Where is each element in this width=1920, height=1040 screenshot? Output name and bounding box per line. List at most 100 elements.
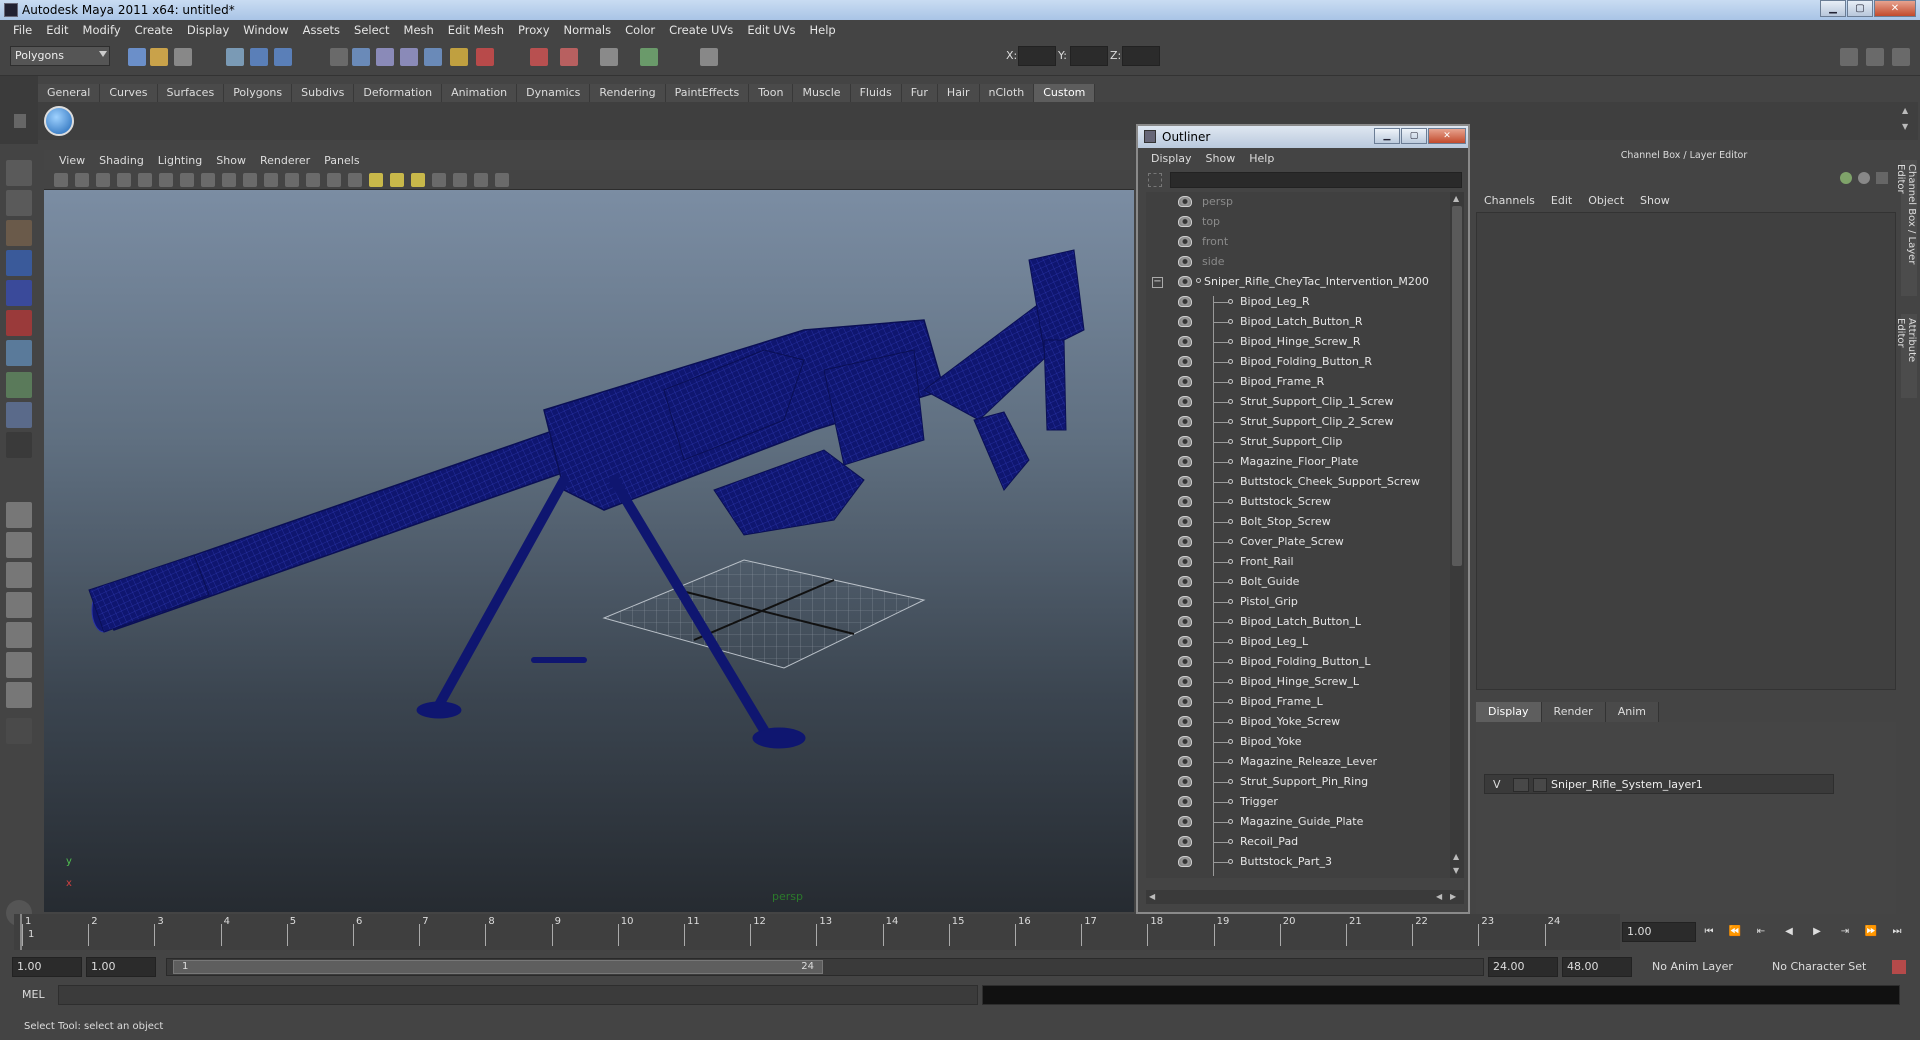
single-layout-icon[interactable] — [6, 502, 32, 528]
smooth-shade-icon[interactable] — [306, 173, 320, 187]
shelf-scroll-down-icon[interactable]: ▼ — [1902, 122, 1912, 134]
hypershade-icon[interactable] — [640, 48, 658, 66]
viewport-menu-renderer[interactable]: Renderer — [253, 154, 317, 167]
grid-icon[interactable] — [138, 173, 152, 187]
scroll-up-icon[interactable]: ▲ — [1453, 852, 1459, 861]
shelf-tab-deformation[interactable]: Deformation — [354, 84, 443, 102]
shelf-tab-dynamics[interactable]: Dynamics — [517, 84, 591, 102]
range-slider-thumb[interactable]: 1 24 — [173, 960, 823, 974]
y-field[interactable] — [1070, 46, 1108, 66]
scroll-left-icon[interactable]: ◀ — [1149, 892, 1155, 901]
custom-layout-icon[interactable] — [6, 718, 32, 744]
shelf-scroll-up-icon[interactable]: ▲ — [1902, 106, 1912, 118]
step-back-key-button[interactable]: ⏪ — [1726, 924, 1744, 940]
show-manipulator-icon[interactable] — [6, 402, 32, 428]
current-frame-field[interactable]: 1.00 — [1622, 922, 1696, 942]
menu-mesh[interactable]: Mesh — [397, 23, 441, 37]
outliner-item[interactable]: Buttstock_Cheek_Support_Screw — [1146, 472, 1446, 492]
outliner-item[interactable]: Bipod_Folding_Button_L — [1146, 652, 1446, 672]
outliner-title-bar[interactable]: Outliner ▁ ▢ ✕ — [1138, 126, 1468, 148]
playback-start-field[interactable]: 1.00 — [86, 957, 156, 977]
xray-joints-icon[interactable] — [474, 173, 488, 187]
outliner-item[interactable]: Bipod_Leg_R — [1146, 292, 1446, 312]
command-input[interactable] — [58, 985, 978, 1005]
outliner-menu-help[interactable]: Help — [1242, 152, 1281, 165]
shelf-tab-toon[interactable]: Toon — [749, 84, 794, 102]
menu-edit[interactable]: Edit — [39, 23, 75, 37]
open-scene-icon[interactable] — [150, 48, 168, 66]
outliner-item[interactable]: Recoil_Pad — [1146, 832, 1446, 852]
range-slider[interactable]: 1 24 — [166, 958, 1484, 976]
maximize-button[interactable]: ▢ — [1847, 0, 1873, 17]
move-tool-icon[interactable] — [6, 250, 32, 276]
wireframe-on-shaded-icon[interactable] — [327, 173, 341, 187]
menu-create-uvs[interactable]: Create UVs — [662, 23, 740, 37]
shelf-tab-painteffects[interactable]: PaintEffects — [665, 84, 750, 102]
rotate-tool-icon[interactable] — [6, 280, 32, 306]
layer-tab-display[interactable]: Display — [1476, 702, 1542, 722]
outliner-item[interactable]: Bipod_Latch_Button_R — [1146, 312, 1446, 332]
shelf-tab-surfaces[interactable]: Surfaces — [157, 84, 225, 102]
channel-box-menu-show[interactable]: Show — [1632, 194, 1678, 207]
textured-icon[interactable] — [348, 173, 362, 187]
outliner-maximize-button[interactable]: ▢ — [1401, 128, 1427, 144]
pin-icon[interactable] — [1876, 172, 1888, 184]
auto-key-icon[interactable] — [1892, 960, 1906, 974]
viewport-menu-panels[interactable]: Panels — [317, 154, 366, 167]
outliner-item[interactable]: front — [1146, 232, 1446, 252]
outliner-item[interactable]: Trigger — [1146, 792, 1446, 812]
outliner-menu-show[interactable]: Show — [1199, 152, 1243, 165]
filter-icon[interactable] — [1148, 173, 1162, 187]
go-to-start-button[interactable]: ⏮ — [1700, 924, 1718, 940]
step-forward-frame-button[interactable]: ⇥ — [1836, 924, 1854, 940]
outliner-item[interactable]: Bipod_Yoke_Screw — [1146, 712, 1446, 732]
scroll-down-icon[interactable]: ▼ — [1453, 866, 1459, 875]
wireframe-icon[interactable] — [285, 173, 299, 187]
snap-plane-icon[interactable] — [424, 48, 442, 66]
menu-edit-mesh[interactable]: Edit Mesh — [441, 23, 511, 37]
outliner-item[interactable]: Bolt_Guide — [1146, 572, 1446, 592]
outliner-item[interactable]: Bipod_Hinge_Screw_R — [1146, 332, 1446, 352]
menu-proxy[interactable]: Proxy — [511, 23, 557, 37]
collapse-toggle[interactable]: − — [1152, 277, 1163, 288]
shelf-tab-general[interactable]: General — [38, 84, 101, 102]
outliner-item[interactable]: Strut_Support_Pin_Ring — [1146, 772, 1446, 792]
default-light-icon[interactable] — [390, 173, 404, 187]
key-icon[interactable] — [1840, 172, 1852, 184]
play-forward-button[interactable]: ▶ — [1808, 924, 1826, 940]
outliner-item[interactable]: Bipod_Leg_L — [1146, 632, 1446, 652]
go-to-end-button[interactable]: ⏭ — [1888, 924, 1906, 940]
layer-type-toggle[interactable] — [1513, 778, 1529, 792]
scroll-left-icon[interactable]: ◀ — [1436, 892, 1442, 901]
paint-select-icon[interactable] — [6, 220, 32, 246]
select-tool-icon[interactable] — [6, 160, 32, 186]
film-gate-icon[interactable] — [159, 173, 173, 187]
viewport-menu-lighting[interactable]: Lighting — [151, 154, 209, 167]
hypergraph-layout-icon[interactable] — [6, 622, 32, 648]
close-button[interactable]: ✕ — [1874, 0, 1916, 17]
outliner-item[interactable]: Magazine_Floor_Plate — [1146, 452, 1446, 472]
outliner-item[interactable]: Bipod_Latch_Button_L — [1146, 612, 1446, 632]
snap-curve-icon[interactable] — [376, 48, 394, 66]
z-field[interactable] — [1122, 46, 1160, 66]
image-plane-icon[interactable] — [117, 173, 131, 187]
layer-row[interactable]: V Sniper_Rifle_System_layer1 — [1484, 774, 1834, 794]
mel-label[interactable]: MEL — [22, 988, 45, 1001]
outliner-minimize-button[interactable]: ▁ — [1374, 128, 1400, 144]
shelf-tab-rendering[interactable]: Rendering — [590, 84, 666, 102]
viewport-menu-shading[interactable]: Shading — [92, 154, 151, 167]
outliner-item[interactable]: Strut_Support_Clip — [1146, 432, 1446, 452]
shelf-tab-animation[interactable]: Animation — [442, 84, 518, 102]
last-tool-icon[interactable] — [6, 432, 32, 458]
manipulator-icon[interactable] — [6, 340, 32, 366]
mode-selector[interactable]: Polygons — [10, 46, 110, 66]
end-time-field[interactable]: 48.00 — [1562, 957, 1632, 977]
outliner-item[interactable]: Bipod_Frame_L — [1146, 692, 1446, 712]
menu-assets[interactable]: Assets — [296, 23, 347, 37]
outliner-item[interactable]: Bolt_Stop_Screw — [1146, 512, 1446, 532]
outliner-layout-icon[interactable] — [6, 562, 32, 588]
bookmark-icon[interactable] — [96, 173, 110, 187]
shelf-tab-hair[interactable]: Hair — [937, 84, 980, 102]
side-tab-channel-box[interactable]: Channel Box / Layer Editor — [1895, 160, 1917, 296]
shelf-tab-subdivs[interactable]: Subdivs — [292, 84, 355, 102]
